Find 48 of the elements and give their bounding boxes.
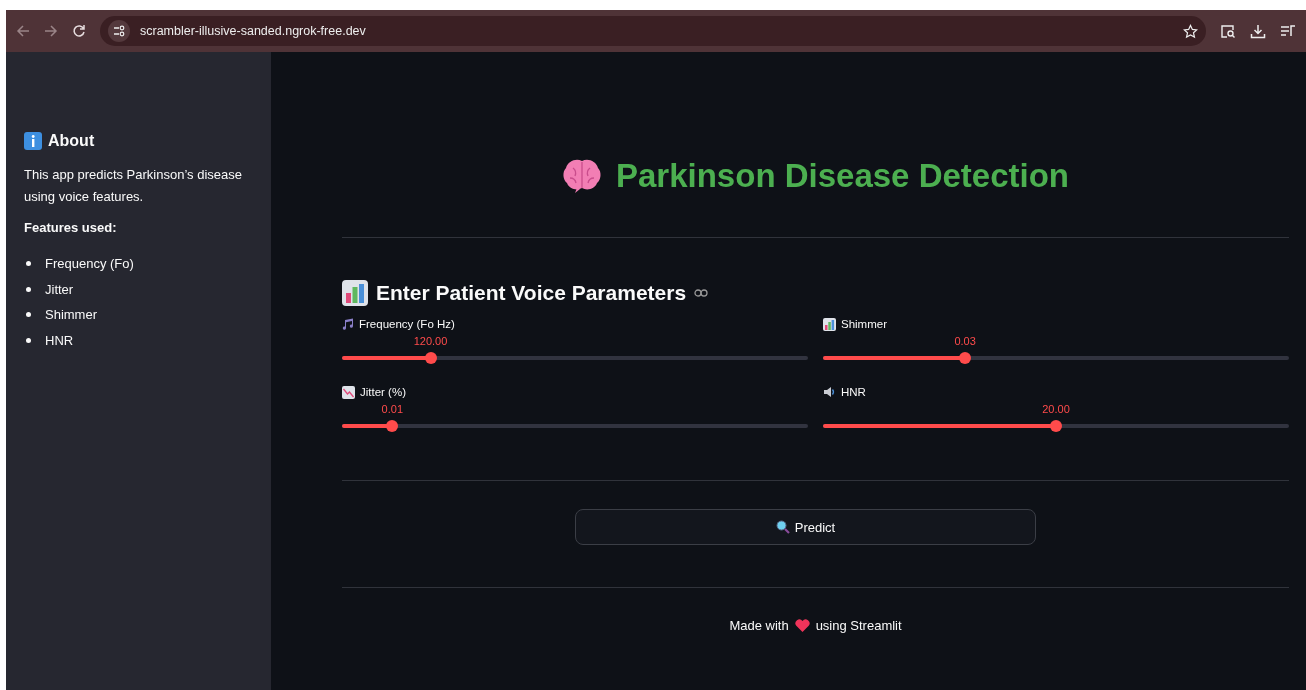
address-bar[interactable]: scrambler-illusive-sanded.ngrok-free.dev (100, 16, 1206, 46)
lens-icon[interactable] (1220, 23, 1236, 39)
footer-text: Made with (729, 618, 789, 633)
feature-item: Frequency (Fo) (45, 256, 134, 272)
feature-item: Shimmer (45, 307, 97, 323)
brain-icon (562, 158, 602, 194)
reload-icon[interactable] (72, 24, 86, 38)
speaker-icon (823, 386, 836, 398)
site-settings-icon[interactable] (108, 20, 130, 42)
info-icon (24, 132, 42, 150)
back-icon[interactable] (16, 24, 30, 38)
bar-chart-icon (342, 280, 368, 306)
about-text: This app predicts Parkinson’s disease using voice features. (24, 166, 243, 206)
slider-thumb[interactable] (1050, 420, 1062, 432)
features-heading: Features used: (24, 220, 118, 235)
playlist-icon[interactable] (1280, 24, 1296, 38)
music-note-icon (342, 318, 354, 330)
predict-button[interactable]: Predict (575, 509, 1036, 545)
star-icon[interactable] (1183, 23, 1198, 39)
bullet-icon (26, 261, 31, 267)
bullet-icon (26, 337, 31, 343)
bullet-icon (26, 312, 31, 318)
slider-label: Frequency (Fo Hz) (359, 318, 455, 330)
download-icon[interactable] (1250, 23, 1266, 39)
heart-icon (794, 619, 810, 632)
slider-label: Shimmer (841, 318, 887, 330)
slider-label: HNR (841, 386, 866, 398)
link-icon[interactable] (694, 289, 709, 297)
slider-thumb[interactable] (959, 352, 972, 364)
slider-value: 20.00 (1042, 403, 1070, 415)
feature-item: HNR (45, 332, 74, 348)
url-text: scrambler-illusive-sanded.ngrok-free.dev (140, 24, 367, 38)
slider-label: Jitter (%) (360, 386, 406, 398)
sidebar-title: About (48, 132, 95, 150)
trend-down-icon (342, 385, 355, 399)
footer-text: using Streamlit (815, 618, 902, 633)
section-title: Enter Patient Voice Parameters (376, 281, 687, 305)
slider-thumb[interactable] (386, 420, 399, 432)
slider-thumb[interactable] (424, 352, 437, 364)
feature-item: Jitter (45, 281, 74, 297)
slider-value: 0.03 (954, 335, 976, 347)
forward-icon[interactable] (44, 24, 58, 38)
bullet-icon (26, 286, 31, 292)
slider-value: 0.01 (381, 403, 403, 415)
slider-value: 120.00 (413, 335, 448, 347)
magnifier-icon (775, 520, 790, 534)
page-title: Parkinson Disease Detection (616, 157, 1069, 195)
bar-chart-icon (823, 317, 836, 331)
